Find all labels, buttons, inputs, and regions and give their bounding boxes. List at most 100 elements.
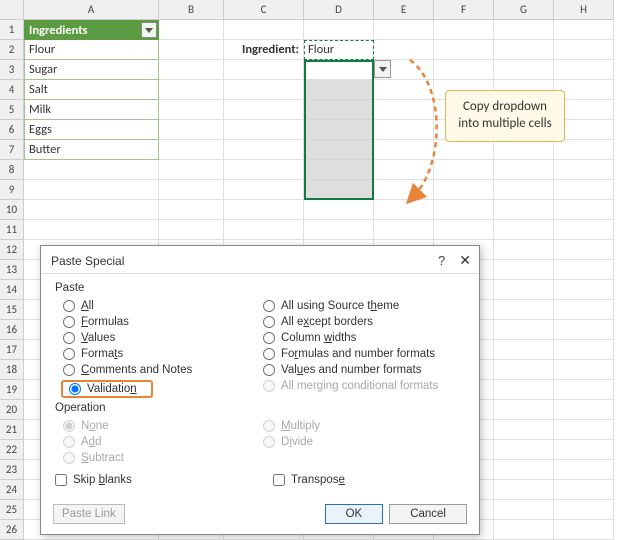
cell-G9[interactable] bbox=[494, 180, 554, 200]
col-header-B[interactable]: B bbox=[159, 0, 224, 20]
cell-C3[interactable] bbox=[224, 60, 304, 80]
cell-G18[interactable] bbox=[494, 360, 554, 380]
cell-H14[interactable] bbox=[554, 280, 614, 300]
cell-C6[interactable] bbox=[224, 120, 304, 140]
cancel-button[interactable]: Cancel bbox=[389, 504, 467, 524]
row-header-22[interactable]: 22 bbox=[0, 440, 24, 460]
row-header-19[interactable]: 19 bbox=[0, 380, 24, 400]
cell-G7[interactable] bbox=[494, 140, 554, 160]
cell-B6[interactable] bbox=[159, 120, 224, 140]
cell-F10[interactable] bbox=[434, 200, 494, 220]
cell-C5[interactable] bbox=[224, 100, 304, 120]
cell-D6[interactable] bbox=[304, 120, 374, 140]
row-header-7[interactable]: 7 bbox=[0, 140, 24, 160]
cell-H9[interactable] bbox=[554, 180, 614, 200]
cell-G2[interactable] bbox=[494, 40, 554, 60]
radio-formulas[interactable]: Formulas bbox=[53, 314, 253, 330]
cell-G10[interactable] bbox=[494, 200, 554, 220]
cell-A10[interactable] bbox=[24, 200, 159, 220]
cell-C9[interactable] bbox=[224, 180, 304, 200]
row-header-1[interactable]: 1 bbox=[0, 20, 24, 40]
row-header-2[interactable]: 2 bbox=[0, 40, 24, 60]
row-header-14[interactable]: 14 bbox=[0, 280, 24, 300]
cell-A9[interactable] bbox=[24, 180, 159, 200]
cell-A3[interactable]: Sugar bbox=[24, 60, 159, 80]
cell-B9[interactable] bbox=[159, 180, 224, 200]
cell-C11[interactable] bbox=[224, 220, 304, 240]
row-header-11[interactable]: 11 bbox=[0, 220, 24, 240]
cell-A1[interactable]: Ingredients bbox=[24, 20, 159, 40]
radio-all[interactable]: All bbox=[53, 298, 253, 314]
cell-H13[interactable] bbox=[554, 260, 614, 280]
cell-G1[interactable] bbox=[494, 20, 554, 40]
row-header-23[interactable]: 23 bbox=[0, 460, 24, 480]
radio-valnum[interactable]: Values and number formats bbox=[253, 362, 467, 378]
close-icon[interactable]: ✕ bbox=[459, 252, 471, 269]
cell-G25[interactable] bbox=[494, 500, 554, 520]
cell-D10[interactable] bbox=[304, 200, 374, 220]
cell-H2[interactable] bbox=[554, 40, 614, 60]
row-header-12[interactable]: 12 bbox=[0, 240, 24, 260]
cell-D1[interactable] bbox=[304, 20, 374, 40]
cell-E8[interactable] bbox=[374, 160, 434, 180]
cell-H26[interactable] bbox=[554, 520, 614, 540]
cell-G15[interactable] bbox=[494, 300, 554, 320]
cell-G22[interactable] bbox=[494, 440, 554, 460]
ok-button[interactable]: OK bbox=[325, 504, 384, 524]
row-header-3[interactable]: 3 bbox=[0, 60, 24, 80]
cell-G13[interactable] bbox=[494, 260, 554, 280]
cell-F11[interactable] bbox=[434, 220, 494, 240]
radio-values[interactable]: Values bbox=[53, 330, 253, 346]
cell-B4[interactable] bbox=[159, 80, 224, 100]
row-header-6[interactable]: 6 bbox=[0, 120, 24, 140]
cell-B7[interactable] bbox=[159, 140, 224, 160]
cell-C7[interactable] bbox=[224, 140, 304, 160]
radio-exceptborders[interactable]: All except borders bbox=[253, 314, 467, 330]
row-header-24[interactable]: 24 bbox=[0, 480, 24, 500]
cell-D2[interactable]: Flour bbox=[304, 40, 374, 60]
cell-C10[interactable] bbox=[224, 200, 304, 220]
cell-A11[interactable] bbox=[24, 220, 159, 240]
cell-B1[interactable] bbox=[159, 20, 224, 40]
cell-G11[interactable] bbox=[494, 220, 554, 240]
dropdown-button[interactable] bbox=[374, 60, 391, 78]
cell-H12[interactable] bbox=[554, 240, 614, 260]
row-header-15[interactable]: 15 bbox=[0, 300, 24, 320]
cell-F9[interactable] bbox=[434, 180, 494, 200]
cell-A7[interactable]: Butter bbox=[24, 140, 159, 160]
cell-E5[interactable] bbox=[374, 100, 434, 120]
cell-C4[interactable] bbox=[224, 80, 304, 100]
cell-D9[interactable] bbox=[304, 180, 374, 200]
col-header-F[interactable]: F bbox=[434, 0, 494, 20]
paste-link-button[interactable]: Paste Link bbox=[53, 504, 125, 524]
cell-G8[interactable] bbox=[494, 160, 554, 180]
row-header-9[interactable]: 9 bbox=[0, 180, 24, 200]
cell-G26[interactable] bbox=[494, 520, 554, 540]
cell-E6[interactable] bbox=[374, 120, 434, 140]
cell-H25[interactable] bbox=[554, 500, 614, 520]
col-header-G[interactable]: G bbox=[494, 0, 554, 20]
select-all-corner[interactable] bbox=[0, 0, 24, 20]
cell-G19[interactable] bbox=[494, 380, 554, 400]
cell-H18[interactable] bbox=[554, 360, 614, 380]
cell-C1[interactable] bbox=[224, 20, 304, 40]
col-header-C[interactable]: C bbox=[224, 0, 304, 20]
row-header-5[interactable]: 5 bbox=[0, 100, 24, 120]
cell-G16[interactable] bbox=[494, 320, 554, 340]
filter-dropdown-icon[interactable] bbox=[141, 22, 157, 38]
cell-H16[interactable] bbox=[554, 320, 614, 340]
cell-H23[interactable] bbox=[554, 460, 614, 480]
cell-G23[interactable] bbox=[494, 460, 554, 480]
cell-F3[interactable] bbox=[434, 60, 494, 80]
row-header-10[interactable]: 10 bbox=[0, 200, 24, 220]
cell-G14[interactable] bbox=[494, 280, 554, 300]
row-header-4[interactable]: 4 bbox=[0, 80, 24, 100]
cell-H21[interactable] bbox=[554, 420, 614, 440]
row-header-16[interactable]: 16 bbox=[0, 320, 24, 340]
cell-H22[interactable] bbox=[554, 440, 614, 460]
col-header-D[interactable]: D bbox=[304, 0, 374, 20]
cell-H8[interactable] bbox=[554, 160, 614, 180]
cell-H3[interactable] bbox=[554, 60, 614, 80]
cell-B8[interactable] bbox=[159, 160, 224, 180]
cell-D3[interactable] bbox=[304, 60, 374, 80]
